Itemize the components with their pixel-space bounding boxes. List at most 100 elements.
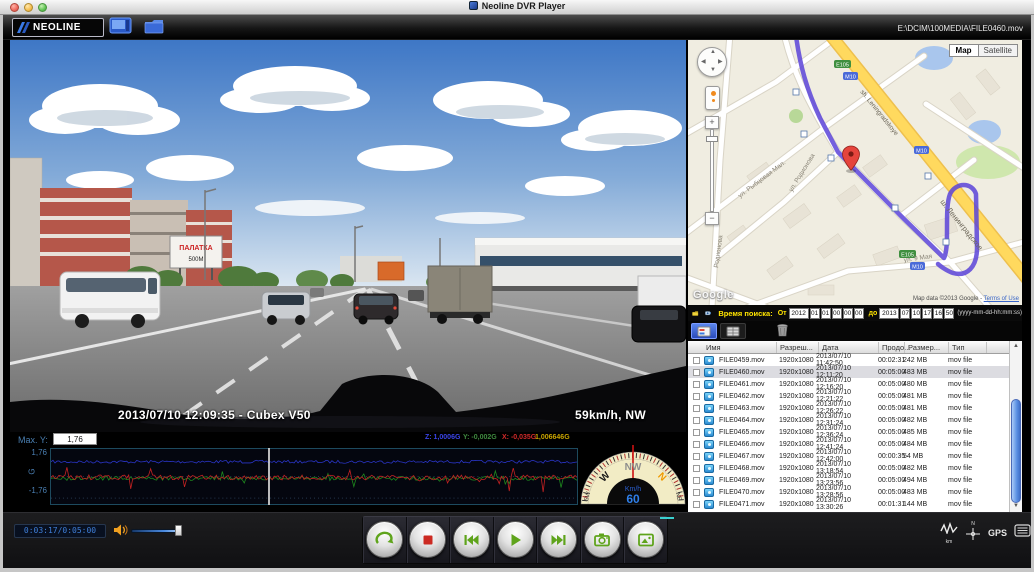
app-icon	[469, 1, 478, 10]
row-checkbox[interactable]	[693, 381, 700, 388]
speaker-icon[interactable]	[113, 523, 128, 537]
playback-time-display: 0:03:17/0:05:00	[14, 524, 106, 538]
gsensor-toggle[interactable]: km	[940, 521, 958, 545]
list-toolbar	[688, 321, 1022, 341]
file-list-view-button[interactable]	[691, 323, 717, 339]
satellite-view-button[interactable]: Satellite	[979, 44, 1018, 57]
next-button[interactable]	[540, 521, 577, 558]
map-view-button[interactable]: Map	[949, 44, 979, 57]
volume-slider-track[interactable]	[131, 529, 179, 533]
row-checkbox[interactable]	[693, 417, 700, 424]
current-file-path: E:\DCIM\100MEDIA\FILE0460.mov	[898, 24, 1023, 33]
neoline-swoosh-icon	[16, 21, 31, 34]
column-header-size[interactable]: Размер...	[908, 343, 940, 352]
scrollbar-thumb[interactable]	[1011, 399, 1021, 503]
snapshot-button[interactable]	[584, 521, 621, 558]
playhead-cursor[interactable]	[268, 448, 270, 505]
gsensor-axis-bottom: -1,76	[13, 486, 47, 495]
open-folder-button[interactable]	[141, 17, 169, 38]
stop-icon	[417, 529, 439, 551]
map-panel[interactable]: E105 M10 M10 E105 M10 sh. Leningradskoye…	[688, 40, 1022, 305]
km-label: km	[940, 539, 958, 545]
display-mode-button[interactable]	[107, 17, 135, 38]
folder-icon[interactable]	[692, 307, 699, 320]
vehicle-truck	[428, 266, 492, 324]
neoline-logo: NEOLINE	[12, 18, 104, 37]
play-button[interactable]	[497, 521, 534, 558]
zoom-out-button[interactable]: −	[705, 212, 719, 225]
svg-text:E105: E105	[836, 63, 849, 69]
column-header-type[interactable]: Тип	[952, 343, 965, 352]
date-field[interactable]: 01	[821, 308, 831, 319]
row-checkbox[interactable]	[693, 393, 700, 400]
column-header-duration[interactable]: Продо...	[882, 343, 910, 352]
monitor-icon	[109, 17, 133, 36]
row-checkbox[interactable]	[693, 357, 700, 364]
camera-search-icon[interactable]	[705, 307, 711, 319]
grid-icon	[726, 326, 740, 337]
folder-icon	[143, 17, 167, 36]
compass-toggle[interactable]: N	[965, 521, 981, 545]
pegman-control[interactable]	[705, 86, 720, 110]
scroll-up-arrow[interactable]: ▲	[1010, 341, 1022, 352]
gsensor-max-input[interactable]: 1,76	[53, 433, 97, 445]
brand-label: NEOLINE	[33, 22, 81, 33]
row-checkbox[interactable]	[693, 465, 700, 472]
volume-slider-thumb[interactable]	[175, 525, 182, 536]
video-viewport[interactable]: ПАЛАТКА 500М	[10, 40, 686, 432]
date-field[interactable]: 01	[810, 308, 820, 319]
date-field[interactable]: 00	[832, 308, 842, 319]
vehicle-dark-right	[632, 306, 686, 342]
video-file-icon	[704, 464, 714, 473]
file-rows: FILE0459.mov 1920x1080 2013/07/10 11:42:…	[688, 354, 1009, 512]
video-file-icon	[704, 368, 714, 377]
column-header-name[interactable]: Имя	[706, 343, 721, 352]
delete-file-button[interactable]	[776, 323, 789, 340]
svg-text:M10: M10	[916, 149, 927, 155]
previous-button[interactable]	[453, 521, 490, 558]
row-checkbox[interactable]	[693, 441, 700, 448]
table-scrollbar[interactable]: ▲ ▼	[1009, 341, 1022, 512]
date-field[interactable]: 16	[933, 308, 943, 319]
from-label: От	[778, 310, 787, 317]
date-field[interactable]: 07	[900, 308, 910, 319]
table-row[interactable]: FILE0471.mov 1920x1080 2013/07/10 13:30:…	[688, 498, 1009, 510]
scroll-down-arrow[interactable]: ▼	[1010, 501, 1022, 512]
row-checkbox[interactable]	[693, 477, 700, 484]
row-checkbox[interactable]	[693, 453, 700, 460]
date-field[interactable]: 00	[854, 308, 864, 319]
video-file-icon	[704, 392, 714, 401]
grid-view-button[interactable]	[720, 323, 746, 339]
map-attribution: Map data ©2013 Google - Terms of Use	[913, 296, 1019, 302]
row-checkbox[interactable]	[693, 429, 700, 436]
stop-button[interactable]	[409, 521, 446, 558]
gsensor-y-readout: Y: -0,002G	[463, 434, 497, 441]
date-field[interactable]: 10	[911, 308, 921, 319]
terms-of-use-link[interactable]: Terms of Use	[984, 296, 1019, 302]
folder-list-icon	[697, 326, 711, 337]
zoom-slider-thumb[interactable]	[706, 136, 718, 142]
date-field[interactable]: 2012	[789, 308, 809, 319]
row-checkbox[interactable]	[693, 369, 700, 376]
top-toolbar: NEOLINE E:\DCIM\100MEDIA\FILE0460.mov	[3, 15, 1031, 40]
row-checkbox[interactable]	[693, 489, 700, 496]
gsensor-plot[interactable]	[50, 448, 578, 505]
display-button[interactable]	[627, 521, 664, 558]
zoom-in-button[interactable]: +	[705, 116, 719, 129]
date-field[interactable]: 2013	[879, 308, 899, 319]
date-field[interactable]: 50	[944, 308, 954, 319]
progress-tick	[660, 517, 674, 519]
date-field[interactable]: 17	[922, 308, 932, 319]
column-header-resolution[interactable]: Разреш...	[780, 343, 813, 352]
gps-label[interactable]: GPS	[988, 528, 1007, 538]
play-icon	[504, 529, 526, 551]
playlist-toggle[interactable]	[1014, 524, 1031, 542]
loop-button[interactable]	[366, 521, 403, 558]
row-checkbox[interactable]	[693, 501, 700, 508]
map-pan-control[interactable]: ▲ ▼ ◀ ▶	[697, 47, 727, 77]
loop-icon	[373, 529, 395, 551]
column-header-date[interactable]: Дата	[822, 343, 839, 352]
date-field[interactable]: 00	[843, 308, 853, 319]
row-checkbox[interactable]	[693, 405, 700, 412]
svg-text:ПАЛАТКА: ПАЛАТКА	[179, 245, 212, 252]
